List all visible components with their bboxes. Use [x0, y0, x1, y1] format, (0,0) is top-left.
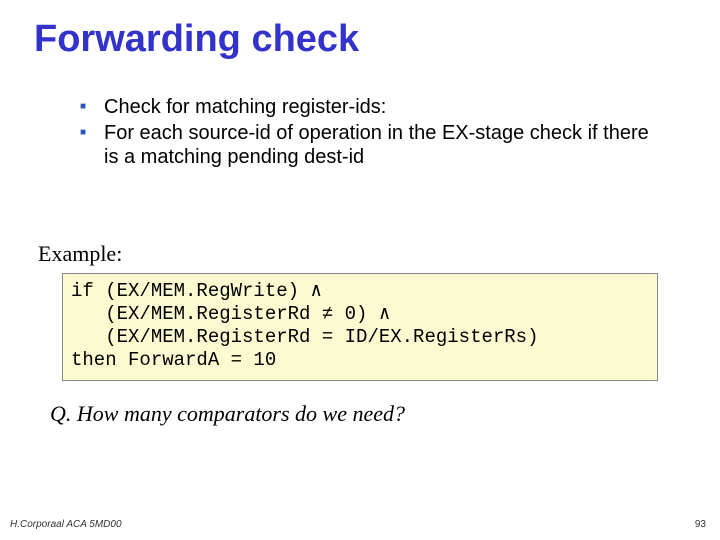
list-item: ■ For each source-id of operation in the…: [78, 121, 666, 169]
bullet-text: Check for matching register-ids:: [104, 95, 386, 119]
code-line: (EX/MEM.RegisterRd: [71, 303, 322, 325]
footer-page-number: 93: [695, 519, 706, 530]
code-block: if (EX/MEM.RegWrite) ∧ (EX/MEM.RegisterR…: [62, 273, 658, 381]
question-text: Q. How many comparators do we need?: [50, 401, 686, 427]
and-symbol: ∧: [379, 303, 390, 325]
code-line: (EX/MEM.RegisterRd = ID/EX.RegisterRs): [71, 326, 538, 348]
example-label: Example:: [38, 241, 686, 267]
list-item: ■ Check for matching register-ids:: [78, 95, 666, 119]
slide: Forwarding check ■ Check for matching re…: [0, 0, 720, 540]
neq-symbol: ≠: [322, 303, 333, 325]
code-line: 0): [333, 303, 379, 325]
bullet-list: ■ Check for matching register-ids: ■ For…: [78, 95, 666, 169]
code-line: if (EX/MEM.RegWrite): [71, 280, 310, 302]
page-title: Forwarding check: [34, 18, 686, 61]
bullet-icon: ■: [78, 121, 104, 145]
and-symbol: ∧: [310, 280, 321, 302]
bullet-icon: ■: [78, 95, 104, 119]
code-line: then ForwardA = 10: [71, 349, 276, 371]
footer-author: H.Corporaal ACA 5MD00: [10, 519, 122, 530]
bullet-text: For each source-id of operation in the E…: [104, 121, 666, 169]
